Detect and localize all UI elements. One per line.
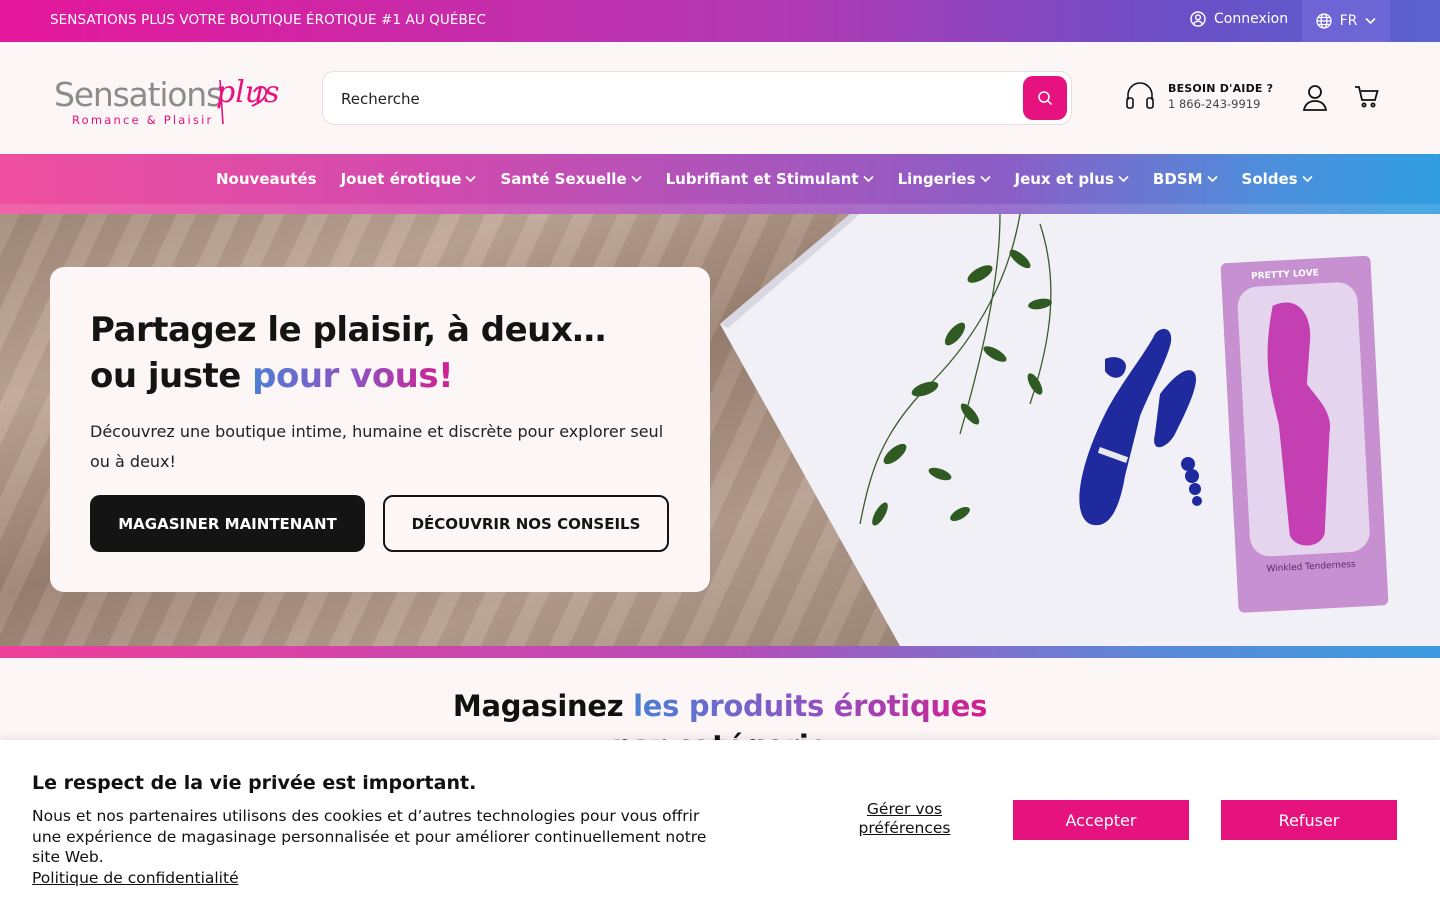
chevron-down-icon [1365, 17, 1376, 25]
svg-text:plus: plus [216, 75, 280, 110]
svg-text:Romance & Plaisir: Romance & Plaisir [72, 113, 213, 127]
search-button[interactable] [1023, 76, 1067, 120]
site-logo[interactable]: Sensations plus Romance & Plaisir [54, 64, 284, 134]
nav-item-soldes[interactable]: Soldes [1242, 170, 1313, 188]
cookie-text: Nous et nos partenaires utilisons des co… [32, 807, 707, 866]
search-input[interactable] [341, 84, 1021, 114]
nav-item-label: Lubrifiant et Stimulant [665, 170, 859, 188]
account-button[interactable] [1302, 84, 1328, 116]
manage-preferences-link[interactable]: Gérer vos préférences [852, 800, 957, 838]
svg-text:Sensations: Sensations [54, 75, 222, 114]
hero-description: Découvrez une boutique intime, humaine e… [90, 422, 664, 471]
nav-item-label: Soldes [1241, 170, 1298, 188]
site-header: Sensations plus Romance & Plaisir BESOIN… [0, 42, 1440, 154]
nav-item-label: Lingeries [897, 170, 976, 188]
shop-now-button[interactable]: MAGASINER MAINTENANT [90, 495, 365, 552]
user-circle-icon [1190, 11, 1206, 27]
hero-product-image: PRETTY LOVE Winkled Tenderness [720, 214, 1440, 646]
nav-item-jouet-erotique[interactable]: Jouet érotique [341, 170, 477, 188]
nav-item-label: Nouveautés [216, 170, 317, 188]
chevron-down-icon [979, 175, 991, 183]
search-icon [1038, 91, 1053, 106]
headset-icon [1126, 82, 1154, 109]
cookie-banner: Le respect de la vie privée est importan… [0, 740, 1440, 900]
chevron-down-icon [1302, 175, 1313, 183]
nav-item-label: BDSM [1152, 170, 1203, 188]
cookie-text-block: Nous et nos partenaires utilisons des co… [32, 806, 732, 888]
chevron-down-icon [465, 175, 477, 183]
nav-list: Nouveautés Jouet érotique Santé Sexuelle… [216, 170, 1313, 188]
section-title-highlight: les produits érotiques [633, 689, 988, 723]
language-selector[interactable]: FR [1302, 0, 1390, 42]
chevron-down-icon [631, 175, 642, 183]
chevron-down-icon [862, 175, 874, 183]
nav-item-label: Jeux et plus [1014, 170, 1114, 188]
chevron-down-icon [1206, 175, 1218, 183]
search-bar [322, 71, 1072, 125]
help-phone: 1 866-243-9919 [1168, 96, 1261, 111]
help-title: BESOIN D'AIDE ? [1168, 81, 1274, 95]
login-label: Connexion [1214, 11, 1289, 27]
nav-item-label: Santé Sexuelle [500, 170, 627, 188]
chevron-down-icon [1118, 175, 1129, 183]
nav-item-label: Jouet érotique [340, 170, 462, 188]
hero-title-highlight: pour vous! [252, 356, 454, 396]
language-label: FR [1339, 13, 1358, 29]
refuse-cookies-button[interactable]: Refuser [1221, 800, 1397, 840]
cart-button[interactable] [1354, 84, 1380, 114]
cookie-title: Le respect de la vie privée est importan… [32, 772, 477, 794]
main-navigation: Nouveautés Jouet érotique Santé Sexuelle… [0, 154, 1440, 214]
discover-advice-button[interactable]: DÉCOUVRIR NOS CONSEILS [383, 495, 669, 552]
privacy-policy-link[interactable]: Politique de confidentialité [32, 868, 732, 889]
logo-graphic: Sensations plus Romance & Plaisir [54, 75, 280, 127]
promo-text: SENSATIONS PLUS VOTRE BOUTIQUE ÉROTIQUE … [50, 12, 487, 28]
nav-bottom-fade [0, 204, 1440, 214]
help-contact[interactable]: BESOIN D'AIDE ? 1 866-243-9919 [1124, 80, 1273, 112]
nav-item-bdsm[interactable]: BDSM [1153, 170, 1218, 188]
section-title-text: Magasinez [452, 689, 634, 723]
accept-cookies-button[interactable]: Accepter [1013, 800, 1189, 840]
hero-banner: PRETTY LOVE Winkled Tenderness Partagez … [0, 214, 1440, 646]
announcement-bar: SENSATIONS PLUS VOTRE BOUTIQUE ÉROTIQUE … [0, 0, 1440, 42]
globe-icon [1315, 13, 1332, 29]
nav-item-lingeries[interactable]: Lingeries [898, 170, 991, 188]
nav-item-nouveautes[interactable]: Nouveautés [216, 170, 317, 188]
nav-item-lubrifiant[interactable]: Lubrifiant et Stimulant [666, 170, 874, 188]
cart-icon [1355, 86, 1379, 108]
hero-card: Partagez le plaisir, à deux…ou juste pou… [50, 267, 710, 592]
nav-item-jeux[interactable]: Jeux et plus [1015, 170, 1129, 188]
login-link[interactable]: Connexion [1190, 11, 1288, 27]
hero-title: Partagez le plaisir, à deux…ou juste pou… [90, 307, 610, 399]
gradient-divider [0, 646, 1440, 658]
nav-item-sante-sexuelle[interactable]: Santé Sexuelle [500, 170, 642, 188]
user-icon [1302, 85, 1328, 111]
